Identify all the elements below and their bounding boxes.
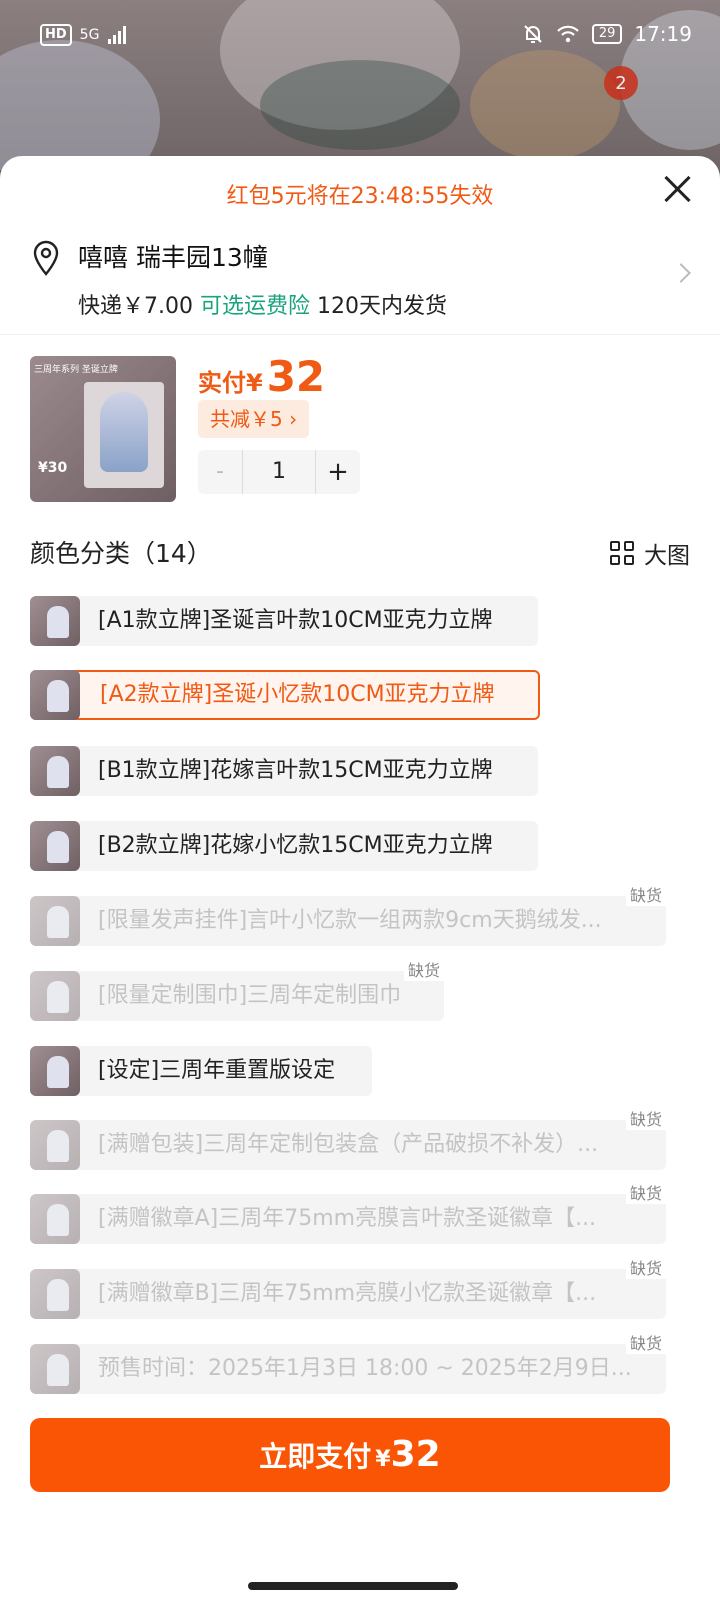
variant-option-out-of-stock[interactable]: [限量发声挂件]言叶小忆款一组两款9cm天鹅绒发... 缺货 [30,882,666,946]
increase-button[interactable]: + [316,450,360,494]
variant-thumbnail [30,746,80,796]
mute-bell-icon [524,25,542,43]
variant-option-out-of-stock[interactable]: [满赠徽章A]三周年75mm亮膜言叶款圣诞徽章【... 缺货 [30,1180,666,1244]
out-of-stock-tag: 缺货 [403,957,444,981]
variant-label: [限量定制围巾]三周年定制围巾 [98,983,402,1008]
variant-label: [A1款立牌]圣诞言叶款10CM亚克力立牌 [98,608,493,633]
decrease-button[interactable]: - [198,450,242,494]
variant-option[interactable]: [B2款立牌]花嫁小忆款15CM亚克力立牌 [30,821,538,871]
signal-icon [108,26,127,44]
location-pin-icon [33,240,59,276]
out-of-stock-tag: 缺货 [625,882,666,906]
out-of-stock-tag: 缺货 [625,1255,666,1279]
big-view-label: 大图 [644,543,690,569]
quantity-value[interactable]: 1 [242,450,316,494]
variant-label: [限量发声挂件]言叶小忆款一组两款9cm天鹅绒发... [98,908,602,933]
actual-price: 实付¥32 [198,352,325,401]
shipping-fee: 快递￥7.00 [78,294,193,319]
variant-label: [B2款立牌]花嫁小忆款15CM亚克力立牌 [98,833,493,858]
pay-now-button[interactable]: 立即支付 ¥32 [30,1418,670,1492]
price-value: 32 [266,352,326,401]
notification-badge: 2 [604,66,638,100]
battery-icon: 29 [591,24,623,44]
variant-option-out-of-stock[interactable]: 预售时间：2025年1月3日 18:00 ~ 2025年2月9日... 缺货 [30,1330,666,1394]
coupon-expiry-notice: 红包5元将在23:48:55失效 [226,184,494,209]
variant-label: [设定]三周年重置版设定 [98,1058,336,1083]
variant-label: [B1款立牌]花嫁言叶款15CM亚克力立牌 [98,758,493,783]
variant-thumbnail [30,821,80,871]
variant-option[interactable]: [设定]三周年重置版设定 [30,1046,372,1096]
shipping-info: 快递￥7.00 可选运费险 120天内发货 [78,288,447,320]
variant-option-out-of-stock[interactable]: [满赠徽章B]三周年75mm亮膜小忆款圣诞徽章【... 缺货 [30,1255,666,1319]
quantity-stepper: - 1 + [198,450,360,494]
variant-option[interactable]: [A1款立牌]圣诞言叶款10CM亚克力立牌 [30,596,538,646]
network-type: 5G [79,27,100,43]
variant-thumbnail [30,971,80,1021]
home-indicator[interactable] [248,1582,458,1590]
variant-label: 预售时间：2025年1月3日 18:00 ~ 2025年2月9日... [98,1356,632,1381]
hd-indicator: HD [40,24,72,46]
variant-label: [A2款立牌]圣诞小忆款10CM亚克力立牌 [100,682,495,707]
variant-option-out-of-stock[interactable]: [满赠包装]三周年定制包装盒（产品破损不补发）... 缺货 [30,1106,666,1170]
close-icon[interactable] [662,174,692,204]
product-image-caption: 三周年系列 圣诞立牌 [34,365,118,375]
out-of-stock-tag: 缺货 [625,1180,666,1204]
grid-icon [610,541,634,565]
pay-button-amount: 32 [390,1434,441,1475]
variant-thumbnail [30,596,80,646]
status-bar: HD 5G 29 17:19 [0,0,720,74]
chevron-right-icon [671,263,691,283]
variant-thumbnail [30,1194,80,1244]
variant-option-selected[interactable]: [A2款立牌]圣诞小忆款10CM亚克力立牌 [30,670,540,720]
variant-thumbnail [30,1046,80,1096]
variant-label: [满赠徽章A]三周年75mm亮膜言叶款圣诞徽章【... [98,1206,597,1231]
variant-option-out-of-stock[interactable]: [限量定制围巾]三周年定制围巾 缺货 [30,957,444,1021]
wifi-icon [557,25,579,43]
product-image-price: ¥30 [38,460,68,476]
discount-button[interactable]: 共减￥5 › [198,400,310,438]
address-row[interactable]: 嘻嘻 瑞丰园13幢 快递￥7.00 可选运费险 120天内发货 [30,236,691,326]
dispatch-time: 120天内发货 [317,294,448,319]
divider [0,334,720,335]
price-label: 实付 [198,369,246,397]
shipping-insurance-link[interactable]: 可选运费险 [200,294,310,319]
product-image[interactable]: 三周年系列 圣诞立牌 ¥30 [30,356,176,502]
variant-label: [满赠徽章B]三周年75mm亮膜小忆款圣诞徽章【... [98,1281,597,1306]
variant-option[interactable]: [B1款立牌]花嫁言叶款15CM亚克力立牌 [30,746,538,796]
clock: 17:19 [634,22,692,46]
variant-thumbnail [30,896,80,946]
variant-thumbnail [30,670,80,720]
big-view-toggle[interactable]: 大图 [610,536,690,570]
variant-thumbnail [30,1344,80,1394]
recipient-address: 嘻嘻 瑞丰园13幢 [78,243,268,272]
price-currency: ¥ [246,369,263,397]
variant-thumbnail [30,1269,80,1319]
pay-button-currency: ¥ [375,1447,391,1472]
out-of-stock-tag: 缺货 [625,1330,666,1354]
pay-button-text: 立即支付 [259,1440,372,1473]
variant-thumbnail [30,1120,80,1170]
checkout-sheet: 红包5元将在23:48:55失效 嘻嘻 瑞丰园13幢 快递￥7.00 可选运费险… [0,156,720,1612]
variants-title: 颜色分类（14） [30,539,212,568]
variant-label: [满赠包装]三周年定制包装盒（产品破损不补发）... [98,1132,599,1157]
out-of-stock-tag: 缺货 [625,1106,666,1130]
